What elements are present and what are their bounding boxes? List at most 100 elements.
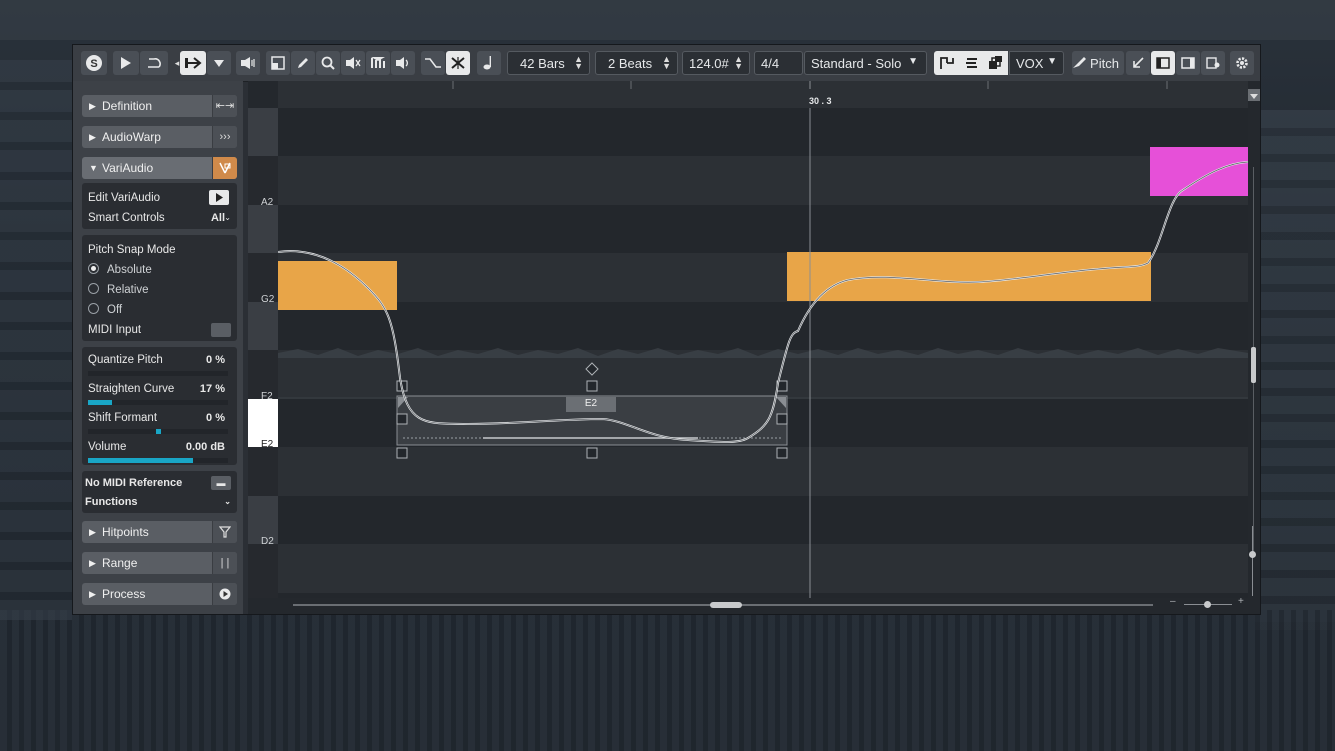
quantize-pitch-slider[interactable] (88, 371, 228, 376)
edit-variaudio-row[interactable]: Edit VariAudio (88, 189, 231, 207)
scroll-menu-button[interactable] (1248, 89, 1260, 101)
play-tool-button[interactable] (391, 51, 415, 75)
warp-icon (371, 57, 385, 68)
section-range[interactable]: ▶ Range | | (82, 552, 237, 574)
algorithm-selector[interactable]: Standard - Solo ▼ (804, 51, 927, 75)
midi-input-toggle[interactable] (211, 323, 231, 337)
straighten-curve-row[interactable]: Straighten Curve 17 % (88, 380, 231, 398)
play-icon (121, 57, 131, 69)
draw-tool-button[interactable] (291, 51, 315, 75)
section-process[interactable]: ▶ Process (82, 583, 237, 605)
tempo-field[interactable]: 124.0# ▲ ▼ (682, 51, 750, 75)
snap-option-off[interactable]: Off (88, 301, 231, 319)
range-tool-button[interactable] (266, 51, 290, 75)
segment-handle (586, 380, 598, 392)
section-definition[interactable]: ▶ Definition ⇤⇥ (82, 95, 237, 117)
pitch-editor[interactable]: 30 . 3 A2 G2 F2 E2 D2 E2 – + (248, 81, 1260, 614)
piano-keyboard[interactable]: A2 G2 F2 E2 D2 (248, 108, 278, 598)
show-inspector-button[interactable] (1151, 51, 1175, 75)
warp-arrows-icon: ››› (212, 126, 237, 148)
loop-button[interactable] (140, 51, 168, 75)
svg-text:S: S (90, 58, 97, 70)
length-field[interactable]: 42 Bars ▲ ▼ (507, 51, 590, 75)
midi-reference-row[interactable]: No MIDI Reference ▬ (85, 474, 231, 492)
pitch-segment-g2-long[interactable] (787, 252, 1151, 301)
note-grid[interactable]: E2 (278, 108, 1248, 598)
shift-formant-label: Shift Formant (88, 412, 158, 424)
object-selection-tool[interactable] (180, 51, 206, 75)
pitch-segment-a2[interactable] (1150, 147, 1248, 196)
shift-formant-row[interactable]: Shift Formant 0 % (88, 409, 231, 427)
quantize-pitch-label: Quantize Pitch (88, 354, 163, 366)
smart-controls-label: Smart Controls (88, 212, 165, 224)
quantize-field[interactable]: 2 Beats ▲ ▼ (595, 51, 678, 75)
grid-type-button[interactable] (477, 51, 501, 75)
brush-icon (1073, 57, 1087, 68)
warp-tool-button[interactable] (366, 51, 390, 75)
snap-to-zero-button[interactable] (446, 51, 470, 75)
range-tool-icon (271, 56, 285, 70)
zoom-out-icon[interactable]: – (1170, 596, 1176, 607)
minus-icon[interactable]: ▬ (211, 476, 231, 490)
magnifier-icon (321, 56, 335, 70)
horizontal-zoom-slider[interactable]: – + (1170, 596, 1250, 611)
show-right-panel-button[interactable] (1176, 51, 1200, 75)
radio-unselected[interactable] (88, 283, 99, 295)
snap-option-relative[interactable]: Relative (88, 281, 231, 299)
vertical-scroll-thumb[interactable] (1251, 347, 1256, 383)
section-hitpoints[interactable]: ▶ Hitpoints (82, 521, 237, 543)
straighten-curve-label: Straighten Curve (88, 383, 175, 395)
pitch-controls-panel: Quantize Pitch 0 % Straighten Curve 17 %… (82, 347, 237, 465)
pitch-segment-g2[interactable] (278, 261, 397, 310)
volume-label: Volume (88, 441, 127, 453)
mute-tool-button[interactable] (341, 51, 365, 75)
panel-right-icon (1181, 57, 1195, 69)
key-label-g2: G2 (261, 294, 275, 305)
audition-button[interactable] (236, 51, 260, 75)
settings-button[interactable] (1230, 51, 1254, 75)
straighten-curve-slider[interactable] (88, 400, 228, 405)
chevron-down-icon (1250, 94, 1258, 99)
pitch-snap-mode-title: Pitch Snap Mode (88, 244, 176, 256)
length-value: 42 Bars (520, 55, 565, 71)
volume-row[interactable]: Volume 0.00 dB (88, 438, 231, 456)
midi-input-label: MIDI Input (88, 324, 142, 336)
key-label-e2: E2 (261, 439, 274, 450)
functions-label: Functions (85, 496, 138, 508)
shift-formant-slider[interactable] (88, 429, 228, 434)
tool-menu-button[interactable] (207, 51, 231, 75)
functions-row[interactable]: Functions ⌄ (85, 493, 231, 511)
horizontal-scroll-thumb[interactable] (710, 602, 742, 608)
pitch-button[interactable]: Pitch (1072, 51, 1124, 75)
stretch-icon (940, 57, 954, 69)
section-audiowarp[interactable]: ▶ AudioWarp ››› (82, 126, 237, 148)
play-button[interactable] (113, 51, 139, 75)
speaker-icon (396, 57, 408, 69)
vertical-zoom-slider[interactable] (1248, 526, 1258, 606)
smart-controls-row[interactable]: Smart Controls All ⌄ (88, 209, 231, 227)
radio-selected[interactable] (88, 263, 99, 275)
solo-editor-button[interactable]: S (81, 51, 107, 75)
zoom-tool-button[interactable] (316, 51, 340, 75)
ruler[interactable]: 30 . 3 (278, 81, 1248, 109)
signature-field[interactable]: 4/4 (754, 51, 803, 75)
speaker-icon (241, 57, 255, 69)
segment-handle (396, 447, 408, 459)
pencil-icon (298, 58, 308, 68)
segment-handle (396, 413, 408, 425)
quarter-note-icon (483, 56, 492, 70)
snap-option-absolute[interactable]: Absolute (88, 261, 231, 279)
section-variaudio[interactable]: ▼ VariAudio (82, 157, 237, 179)
inspector-panel: ▶ Definition ⇤⇥ ▶ AudioWarp ››› ▼ VariAu… (73, 81, 243, 614)
radio-unselected[interactable] (88, 303, 99, 315)
volume-slider[interactable] (88, 458, 228, 463)
snap-button[interactable] (421, 51, 445, 75)
zoom-in-icon[interactable]: + (1238, 596, 1244, 607)
export-button[interactable] (1126, 51, 1150, 75)
window-layout-button[interactable] (1201, 51, 1225, 75)
quantize-pitch-row[interactable]: Quantize Pitch 0 % (88, 351, 231, 369)
snap-option-label: Absolute (107, 264, 152, 276)
midi-input-row[interactable]: MIDI Input (88, 321, 231, 339)
edit-variaudio-button[interactable] (209, 190, 229, 205)
track-selector[interactable]: VOX ▼ (1009, 51, 1064, 75)
